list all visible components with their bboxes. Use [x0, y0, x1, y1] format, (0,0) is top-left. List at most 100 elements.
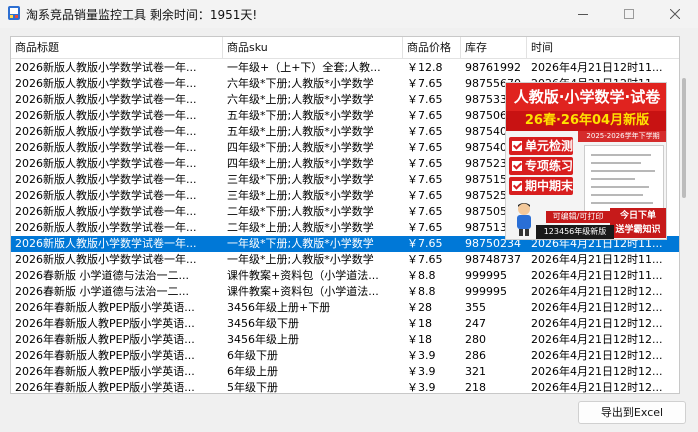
- cell-stock: 98748737: [465, 253, 521, 266]
- scrollbar-thumb[interactable]: [682, 78, 686, 198]
- column-header-title[interactable]: 商品标题: [11, 37, 223, 59]
- close-button[interactable]: [652, 0, 698, 28]
- preview-feature-label: 期中期末: [525, 179, 574, 193]
- cell-price: ￥3.9: [407, 381, 436, 394]
- cell-price: ￥7.65: [407, 125, 443, 138]
- table-row[interactable]: 2026年春新版人教PEP版小学英语... 6年级下册 ￥3.9 286 2026年4月…: [11, 348, 679, 364]
- cell-sku: 五年级*下册;人教版*小学数学: [227, 109, 374, 122]
- cell-sku: 四年级*上册;人教版*小学数学: [227, 157, 374, 170]
- cell-time: 2026年4月21日12时11...: [531, 253, 663, 266]
- column-header-time[interactable]: 时间: [527, 37, 679, 59]
- cell-price: ￥7.65: [407, 93, 443, 106]
- cell-title: 2026年春新版人教PEP版小学英语...: [15, 333, 195, 346]
- preview-grade-tag: 123456年级新版: [536, 225, 614, 239]
- cell-sku: 课件教案+资料包（小学道法...: [227, 285, 379, 298]
- cell-title: 2026新版人教版小学数学试卷一年...: [15, 141, 197, 154]
- cell-sku: 课件教案+资料包（小学道法...: [227, 269, 379, 282]
- window-title: 淘系竞品销量监控工具 剩余时间：1951天!: [26, 8, 258, 22]
- cell-title: 2026新版人教版小学数学试卷一年...: [15, 237, 197, 250]
- product-image-preview: 人教版·小学数学·试卷 26春·26年04月新版 2025-2026学年下学期 …: [505, 82, 667, 240]
- cell-sku: 5年级下册: [227, 381, 278, 394]
- cell-sku: 三年级*下册;人教版*小学数学: [227, 173, 374, 186]
- table-row[interactable]: 2026新版人教版小学数学试卷一年... 一年级*上册;人教版*小学数学 ￥7.65…: [11, 252, 679, 268]
- cell-sku: 三年级*上册;人教版*小学数学: [227, 189, 374, 202]
- cell-stock: 999995: [465, 285, 507, 298]
- table-row[interactable]: 2026春新版 小学道德与法治一二... 课件教案+资料包（小学道法... ￥8.8…: [11, 268, 679, 284]
- cell-price: ￥12.8: [407, 61, 443, 74]
- preview-banner-sub: 2025-2026学年下学期: [578, 131, 666, 142]
- cell-sku: 四年级*下册;人教版*小学数学: [227, 141, 374, 154]
- maximize-button[interactable]: [606, 0, 652, 28]
- cell-sku: 6年级上册: [227, 365, 278, 378]
- cell-stock: 218: [465, 381, 486, 394]
- cell-time: 2026年4月21日12时12...: [531, 381, 663, 394]
- cell-title: 2026新版人教版小学数学试卷一年...: [15, 157, 197, 170]
- column-header-sku[interactable]: 商品sku: [223, 37, 403, 59]
- cell-price: ￥7.65: [407, 189, 443, 202]
- cell-stock: 999995: [465, 269, 507, 282]
- cell-time: 2026年4月21日12时12...: [531, 333, 663, 346]
- table-row[interactable]: 2026年春新版人教PEP版小学英语... 3456年级下册 ￥18 247 2026年…: [11, 316, 679, 332]
- cell-price: ￥7.65: [407, 157, 443, 170]
- preview-feature-2: 专项练习: [509, 157, 574, 175]
- cell-price: ￥7.65: [407, 205, 443, 218]
- cell-title: 2026新版人教版小学数学试卷一年...: [15, 109, 197, 122]
- table-row[interactable]: 2026年春新版人教PEP版小学英语... 6年级上册 ￥3.9 321 2026年4月…: [11, 364, 679, 380]
- preview-feature-label: 专项练习: [525, 159, 574, 173]
- cell-title: 2026年春新版人教PEP版小学英语...: [15, 301, 195, 314]
- cell-sku: 6年级下册: [227, 349, 278, 362]
- table-row[interactable]: 2026年春新版人教PEP版小学英语... 3456年级上册+下册 ￥28 355 20…: [11, 300, 679, 316]
- cell-title: 2026新版人教版小学数学试卷一年...: [15, 189, 197, 202]
- cell-title: 2026新版人教版小学数学试卷一年...: [15, 205, 197, 218]
- cell-title: 2026新版人教版小学数学试卷一年...: [15, 61, 197, 74]
- cell-time: 2026年4月21日12时12...: [531, 349, 663, 362]
- title-bar: 淘系竞品销量监控工具 剩余时间：1951天!: [0, 0, 698, 28]
- cell-stock: 286: [465, 349, 486, 362]
- cell-time: 2026年4月21日12时12...: [531, 285, 663, 298]
- cell-sku: 六年级*上册;人教版*小学数学: [227, 93, 374, 106]
- cell-title: 2026年春新版人教PEP版小学英语...: [15, 317, 195, 330]
- student-illustration-icon: [517, 203, 531, 236]
- table-row[interactable]: 2026春新版 小学道德与法治一二... 课件教案+资料包（小学道法... ￥8.8…: [11, 284, 679, 300]
- cell-sku: 一年级*下册;人教版*小学数学: [227, 237, 374, 250]
- cell-sku: 一年级*上册;人教版*小学数学: [227, 253, 374, 266]
- maximize-icon: [624, 9, 634, 19]
- preview-banner-edition: 26春·26年04月新版: [506, 111, 666, 131]
- cell-sku: 五年级*上册;人教版*小学数学: [227, 125, 374, 138]
- vertical-scrollbar[interactable]: [680, 36, 688, 394]
- cell-title: 2026新版人教版小学数学试卷一年...: [15, 77, 197, 90]
- cell-stock: 321: [465, 365, 486, 378]
- cell-time: 2026年4月21日12时11...: [531, 61, 663, 74]
- cell-title: 2026年春新版人教PEP版小学英语...: [15, 365, 195, 378]
- cell-stock: 355: [465, 301, 486, 314]
- cell-time: 2026年4月21日12时12...: [531, 301, 663, 314]
- cell-price: ￥7.65: [407, 253, 443, 266]
- cell-title: 2026春新版 小学道德与法治一二...: [15, 285, 189, 298]
- minimize-icon: [578, 13, 588, 15]
- table-header: 商品标题 商品sku 商品价格 库存 时间: [11, 37, 679, 59]
- preview-promo-line2: 送学霸知识: [615, 225, 661, 235]
- cell-sku: 3456年级上册: [227, 333, 299, 346]
- cell-sku: 二年级*上册;人教版*小学数学: [227, 221, 374, 234]
- cell-title: 2026年春新版人教PEP版小学英语...: [15, 381, 195, 394]
- export-excel-button[interactable]: 导出到Excel: [578, 401, 686, 424]
- checkbox-icon: [512, 161, 522, 171]
- cell-time: 2026年4月21日12时12...: [531, 317, 663, 330]
- cell-price: ￥18: [407, 333, 432, 346]
- minimize-button[interactable]: [560, 0, 606, 28]
- preview-worksheet: [584, 145, 664, 217]
- table-row[interactable]: 2026年春新版人教PEP版小学英语... 3456年级上册 ￥18 280 2026年…: [11, 332, 679, 348]
- preview-editable-tag: 可编辑/可打印: [546, 211, 610, 223]
- cell-stock: 98761992: [465, 61, 521, 74]
- cell-sku: 3456年级上册+下册: [227, 301, 331, 314]
- cell-sku: 二年级*下册;人教版*小学数学: [227, 205, 374, 218]
- column-header-price[interactable]: 商品价格: [403, 37, 461, 59]
- cell-price: ￥7.65: [407, 77, 443, 90]
- close-icon: [670, 9, 680, 19]
- column-header-stock[interactable]: 库存: [461, 37, 527, 59]
- cell-price: ￥28: [407, 301, 432, 314]
- preview-feature-label: 单元检测: [525, 139, 574, 153]
- table-row[interactable]: 2026新版人教版小学数学试卷一年... 一年级+（上+下）全套;人教... ￥12…: [11, 60, 679, 76]
- table-row[interactable]: 2026年春新版人教PEP版小学英语... 5年级下册 ￥3.9 218 2026年4月…: [11, 380, 679, 394]
- cell-price: ￥18: [407, 317, 432, 330]
